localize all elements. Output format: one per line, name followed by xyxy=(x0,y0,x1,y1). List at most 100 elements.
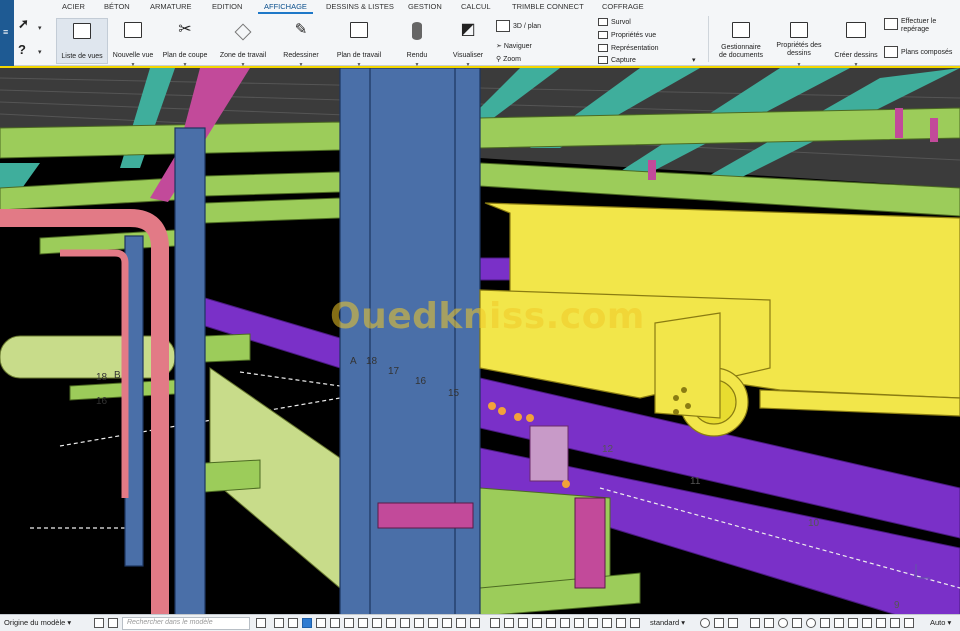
origin-label: Origine du modèle xyxy=(4,618,66,627)
snap-mid-icon[interactable] xyxy=(546,618,556,628)
shape-circle-icon[interactable] xyxy=(778,618,788,628)
snap-perpendicular-icon[interactable] xyxy=(574,618,584,628)
filter-select[interactable]: standard ▾ xyxy=(650,618,685,627)
select-arrow-icon[interactable]: ➚ xyxy=(18,16,29,32)
shape-ellipse-icon[interactable] xyxy=(806,618,816,628)
tab-edition[interactable]: EDITION xyxy=(212,2,242,11)
tab-trimble-connect[interactable]: TRIMBLE CONNECT xyxy=(512,2,584,11)
shape-line-icon[interactable] xyxy=(834,618,844,628)
snap-line-icon[interactable] xyxy=(588,618,598,628)
snap-icon[interactable] xyxy=(94,618,104,628)
capture-button[interactable]: Capture xyxy=(598,56,636,64)
shape-rect-icon[interactable] xyxy=(750,618,760,628)
tab-affichage[interactable]: AFFICHAGE xyxy=(258,2,313,14)
select-grid-icon[interactable] xyxy=(358,618,368,628)
connection-plate xyxy=(529,425,569,482)
select-icon[interactable] xyxy=(274,618,284,628)
snap-geom-icon[interactable] xyxy=(504,618,514,628)
model-viewport[interactable]: A 18 17 16 15 18 B 16 12 11 10 9 Ouedkni… xyxy=(0,66,960,614)
select-plane-icon[interactable] xyxy=(428,618,438,628)
snap-nearest-icon[interactable] xyxy=(602,618,612,628)
select-pour-icon[interactable] xyxy=(470,618,480,628)
view-properties-label: Propriétés vue xyxy=(611,31,657,39)
select-reference-icon[interactable] xyxy=(456,618,466,628)
snap-end-icon[interactable] xyxy=(518,618,528,628)
render-button[interactable]: Rendu ▼ xyxy=(398,18,436,68)
tab-coffrage[interactable]: COFFRAGE xyxy=(602,2,644,11)
view-properties-button[interactable]: Propriétés vue xyxy=(598,31,656,39)
numbering-button[interactable]: Effectuer le repérage xyxy=(884,18,936,34)
snap-free-icon[interactable] xyxy=(616,618,626,628)
chevron-down-icon: ▾ xyxy=(947,618,952,627)
select-view-icon[interactable] xyxy=(372,618,382,628)
snap-ref-icon[interactable] xyxy=(490,618,500,628)
plane-lock-icon[interactable] xyxy=(728,618,738,628)
select-bolt-icon[interactable] xyxy=(330,618,340,628)
numbering-label-2: repérage xyxy=(901,26,930,33)
lime-pipe xyxy=(0,335,176,379)
drawing-properties-label-2: dessins xyxy=(787,50,811,57)
model-search-input[interactable]: Rechercher dans le modèle xyxy=(122,617,250,630)
zoom-button[interactable]: ⚲ Zoom xyxy=(496,55,521,63)
shape-curve-icon[interactable] xyxy=(876,618,886,628)
flyover-button[interactable]: Survol xyxy=(598,18,631,26)
shape-square-icon[interactable] xyxy=(764,618,774,628)
view-list-button[interactable]: Liste de vues xyxy=(56,18,108,64)
shape-polygon-icon[interactable] xyxy=(820,618,830,628)
clip-plane-button[interactable]: ✂ Plan de coupe ▼ xyxy=(160,18,210,69)
document-manager-label-2: de documents xyxy=(719,52,763,59)
search-options-icon[interactable] xyxy=(256,618,266,628)
drawing-properties-button[interactable]: Propriétés des dessins ▼ xyxy=(772,18,826,68)
help-icon[interactable]: ? xyxy=(18,42,26,57)
work-plane-button[interactable]: Plan de travail ▼ xyxy=(332,18,386,68)
select-rebar-icon[interactable] xyxy=(400,618,410,628)
new-view-button[interactable]: Nouvelle vue ▼ xyxy=(110,18,156,68)
tab-beton[interactable]: BÉTON xyxy=(104,2,130,11)
grid-label-17: 17 xyxy=(388,366,400,377)
document-manager-label-1: Gestionnaire xyxy=(721,44,761,51)
redraw-button[interactable]: ✎ Redessiner ▼ xyxy=(278,18,324,69)
quick-access-strip[interactable]: ≡ xyxy=(0,0,14,66)
tab-gestion[interactable]: GESTION xyxy=(408,2,442,11)
select-weld-icon[interactable] xyxy=(344,618,354,628)
chevron-down-icon[interactable]: ▾ xyxy=(692,56,696,64)
snap-center-icon[interactable] xyxy=(532,618,542,628)
shape-dim-icon[interactable] xyxy=(904,618,914,628)
snap-intersection-icon[interactable] xyxy=(560,618,570,628)
multi-drawings-button[interactable]: Plans composés xyxy=(884,46,952,58)
select-part-icon[interactable] xyxy=(288,618,298,628)
lock-icon[interactable] xyxy=(108,618,118,628)
navigate-button[interactable]: ➣ Naviguer xyxy=(496,42,532,50)
shape-text-icon[interactable] xyxy=(890,618,900,628)
tab-armature[interactable]: ARMATURE xyxy=(150,2,192,11)
document-manager-button[interactable]: Gestionnaire de documents xyxy=(714,18,768,64)
snap-grid-icon[interactable] xyxy=(630,618,640,628)
representation-button[interactable]: Représentation xyxy=(598,44,658,52)
view-plane-icon[interactable] xyxy=(700,618,710,628)
tab-dessins-listes[interactable]: DESSINS & LISTES xyxy=(326,2,394,11)
create-drawings-button[interactable]: Créer dessins ▼ xyxy=(832,18,880,68)
work-area-button[interactable]: Zone de travail ▼ xyxy=(216,18,270,68)
3d-plan-toggle[interactable]: 3D / plan xyxy=(496,20,541,32)
shape-arc-icon[interactable] xyxy=(848,618,858,628)
shape-point-icon[interactable] xyxy=(862,618,872,628)
zoom-mode-select[interactable]: Auto ▾ xyxy=(930,618,951,627)
origin-select[interactable]: Origine du modèle ▾ xyxy=(4,618,71,627)
visualize-button[interactable]: ◩ Visualiser ▼ xyxy=(448,18,488,69)
shape-triangle-icon[interactable] xyxy=(792,618,802,628)
auto-plane-icon[interactable] xyxy=(714,618,724,628)
capture-label: Capture xyxy=(611,56,636,64)
chevron-down-icon[interactable]: ▾ xyxy=(38,24,42,32)
tab-calcul[interactable]: CALCUL xyxy=(461,2,491,11)
chevron-down-icon[interactable]: ▾ xyxy=(38,48,42,56)
menu-icon[interactable]: ≡ xyxy=(3,27,8,37)
grid-label-18: 18 xyxy=(366,356,378,367)
numbering-label-1: Effectuer le xyxy=(901,18,937,25)
tab-acier[interactable]: ACIER xyxy=(62,2,85,11)
select-point-icon[interactable] xyxy=(386,618,396,628)
document-manager-icon xyxy=(732,22,750,38)
select-surface-icon[interactable] xyxy=(414,618,424,628)
select-cut-icon[interactable] xyxy=(442,618,452,628)
select-assembly-icon[interactable] xyxy=(302,618,312,628)
select-component-icon[interactable] xyxy=(316,618,326,628)
